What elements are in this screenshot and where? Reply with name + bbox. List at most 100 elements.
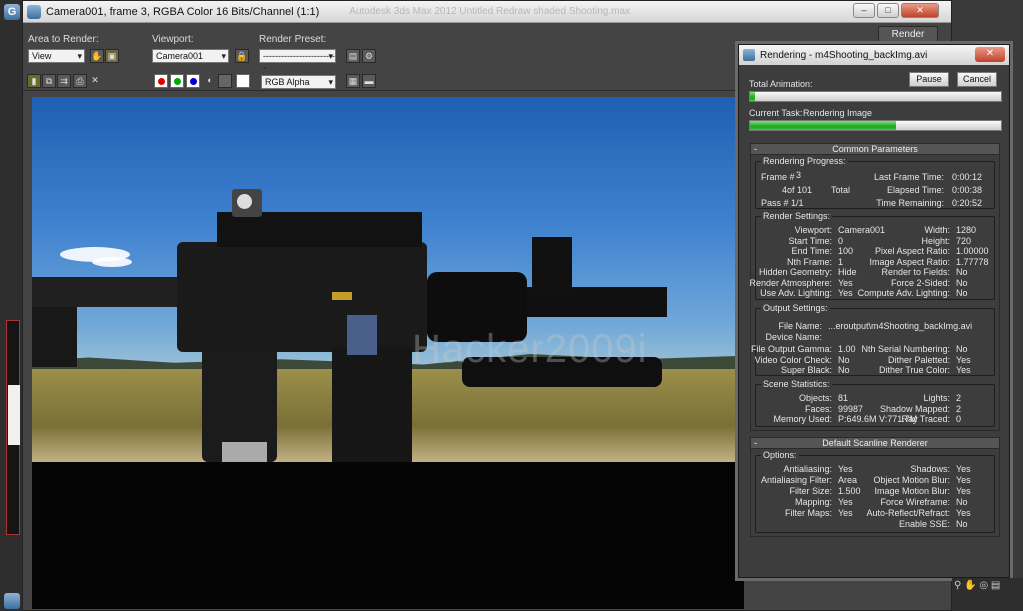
taskbar-app-icon[interactable] [4, 593, 20, 609]
setting-value: 1.00 [838, 344, 856, 354]
frame-window-titlebar[interactable]: Camera001, frame 3, RGBA Color 16 Bits/C… [23, 1, 951, 23]
rifle-carry-handle [217, 212, 422, 247]
setting-value: 1.00000 [956, 246, 989, 256]
grip-highlight [222, 442, 267, 462]
frame-value: 3 [796, 170, 802, 180]
setting-label: Filter Maps: [784, 508, 832, 518]
render-button[interactable]: Render [878, 26, 938, 44]
rendered-image[interactable]: Hacker2009i [32, 97, 744, 462]
viewport-navigation-controls[interactable]: ⚲ ✋ ◎ ▤ [952, 578, 1023, 611]
setting-value: Yes [838, 288, 853, 298]
red-channel-toggle[interactable] [154, 74, 168, 88]
setting-label: Video Color Check: [754, 354, 832, 365]
app-panel-block [8, 385, 20, 445]
setting-label: Compute Adv. Lighting: [857, 288, 950, 298]
elapsed-time-label: Elapsed Time: [886, 185, 944, 195]
save-image-icon[interactable]: ▮ [27, 74, 41, 88]
setting-value: Yes [956, 365, 971, 375]
setting-label: Force 2-Sided: [890, 277, 950, 288]
setting-value: 720 [956, 235, 972, 246]
scanline-renderer-title: Default Scanline Renderer [822, 438, 928, 448]
rendering-dialog-title: Rendering - m4Shooting_backImg.avi [760, 49, 928, 61]
ejection-port [347, 315, 377, 355]
clear-icon[interactable]: ✕ [88, 74, 102, 88]
setting-value: 2 [956, 393, 962, 403]
setting-label: Dither Paletted: [887, 354, 950, 365]
setting-label: Super Black: [780, 365, 832, 375]
setting-label: Enable SSE: [898, 519, 950, 529]
maximize-button[interactable]: □ [877, 3, 899, 18]
background-window-title: Autodesk 3ds Max 2012 Untitled Redraw sh… [349, 6, 631, 17]
setting-value: No [956, 267, 968, 277]
setting-label: Pixel Aspect Ratio: [874, 246, 950, 256]
setting-label: Viewport: [794, 225, 832, 235]
toggle-ui-icon[interactable]: ▬ [362, 74, 376, 88]
area-to-render-dropdown[interactable]: View [28, 49, 85, 63]
print-image-icon[interactable]: ⎙ [73, 74, 87, 88]
swatch-icon[interactable] [236, 74, 250, 88]
time-remaining-value: 0:20:52 [952, 198, 983, 208]
common-parameters-title: Common Parameters [832, 144, 918, 154]
display-channel-dropdown[interactable]: RGB Alpha [261, 75, 336, 89]
3dsmax-logo-icon[interactable]: G [4, 4, 20, 20]
setting-label: Start Time: [788, 235, 832, 246]
setting-label: Faces: [804, 403, 832, 414]
environment-icon[interactable]: ⚙ [362, 49, 376, 63]
render-preset-dropdown[interactable]: ------------------------- [259, 49, 336, 73]
frame-count: 4of 101 [782, 185, 813, 195]
task-progress-fill [750, 121, 896, 130]
setting-value: 1.500 [838, 486, 861, 496]
current-task-label: Current Task: [749, 108, 803, 118]
setting-value: Yes [838, 497, 853, 507]
setting-label: Mapping: [794, 497, 832, 507]
lock-icon[interactable]: 🔒 [235, 49, 249, 63]
setting-label: Nth Serial Numbering: [861, 344, 950, 354]
setting-label: Lights: [923, 393, 950, 403]
rear-sight-knob [237, 194, 252, 209]
setting-label: Render Atmosphere: [749, 277, 832, 288]
setting-value: Yes [838, 277, 853, 288]
output-settings-title: Output Settings: [761, 303, 830, 313]
auto-region-icon[interactable]: ▣ [105, 49, 119, 63]
current-task-progress [749, 120, 1002, 131]
current-task-value: Rendering Image [803, 108, 873, 118]
setting-value: No [956, 497, 968, 507]
clone-window-icon[interactable]: ⇉ [57, 74, 71, 88]
scene-statistics-group: Scene Statistics: Objects: 81 Faces: 99987 M… [755, 379, 995, 427]
viewport-dropdown[interactable]: Camera001 [152, 49, 229, 63]
close-button[interactable]: ✕ [901, 3, 939, 18]
common-parameters-header[interactable]: - Common Parameters [750, 143, 1000, 155]
cancel-button[interactable]: Cancel [957, 72, 997, 87]
pause-button[interactable]: Pause [909, 72, 949, 87]
setting-value: Yes [956, 508, 971, 518]
rifle-foreground-block [32, 307, 77, 367]
setting-value: No [956, 519, 968, 529]
setting-label: Object Motion Blur: [873, 475, 950, 485]
cloud [92, 257, 132, 267]
green-channel-toggle[interactable] [170, 74, 184, 88]
rendering-progress-title: Rendering Progress: [761, 156, 848, 166]
setting-value: 0 [956, 414, 962, 424]
minimize-button[interactable]: – [853, 3, 875, 18]
render-setup-icon[interactable]: ▤ [346, 49, 360, 63]
file-name-label: File Name: [778, 321, 822, 331]
total-animation-progress [749, 91, 1002, 102]
setting-value: Camera001 [838, 225, 886, 235]
options-title: Options: [761, 450, 799, 460]
blue-channel-toggle[interactable] [186, 74, 200, 88]
rendering-dialog-titlebar[interactable]: Rendering - m4Shooting_backImg.avi ✕ [739, 45, 1009, 65]
toggle-ui-overlay-icon[interactable]: ▦ [346, 74, 360, 88]
setting-value: Yes [838, 508, 853, 518]
alpha-channel-icon[interactable]: ◐ [203, 74, 217, 88]
scanline-renderer-header[interactable]: - Default Scanline Renderer [750, 437, 1000, 449]
setting-label: End Time: [791, 246, 832, 256]
setting-value: No [838, 365, 850, 375]
bolt-catch [332, 292, 352, 300]
dialog-close-button[interactable]: ✕ [975, 47, 1005, 62]
edit-region-icon[interactable]: ✋ [90, 49, 104, 63]
copy-image-icon[interactable]: ⧉ [42, 74, 56, 88]
total-animation-label: Total Animation: [749, 79, 813, 89]
monochrome-icon[interactable] [218, 74, 232, 88]
setting-label: File Output Gamma: [750, 344, 832, 354]
setting-label: Height: [921, 235, 950, 246]
